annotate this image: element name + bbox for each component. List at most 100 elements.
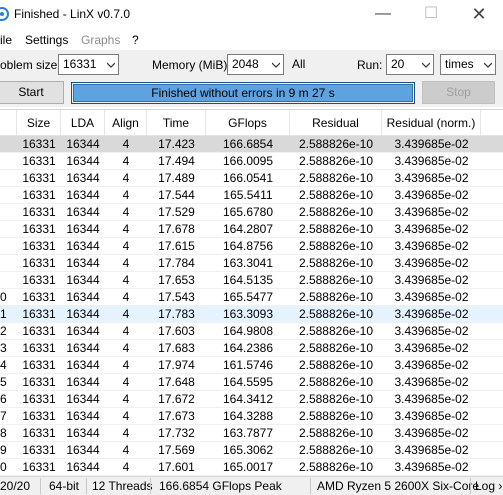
cell-gflops: 165.5411 <box>223 188 273 202</box>
cell-align: 4 <box>122 188 130 202</box>
start-button[interactable]: Start <box>0 81 64 104</box>
table-row[interactable]: 16331 16344 4 17.423 166.6854 2.588826e-10 3.4… <box>0 136 503 153</box>
cell-norm: 3.439685e-02 <box>394 290 469 304</box>
column-header[interactable]: Align <box>105 110 147 136</box>
all-memory-button[interactable]: All <box>292 57 305 71</box>
problem-size-label: oblem size: <box>0 58 61 72</box>
table-row[interactable]: 2 16331 16344 4 17.603 164.9808 2.588826e-10 3.… <box>0 323 503 340</box>
stop-button[interactable]: Stop <box>422 81 495 104</box>
cell-time: 17.494 <box>158 154 195 168</box>
table-row[interactable]: 16331 16344 4 17.653 164.5135 2.588826e-10 3.4… <box>0 272 503 289</box>
column-header[interactable]: Residual <box>290 110 382 136</box>
cell-gflops: 165.3062 <box>222 443 274 457</box>
cell-norm: 3.439685e-02 <box>394 256 469 270</box>
run-label: Run: <box>357 58 383 72</box>
table-row[interactable]: 0 16331 16344 4 17.601 165.0017 2.588826e-10 3.… <box>0 459 503 476</box>
table-row[interactable]: 5 16331 16344 4 17.648 164.5595 2.588826e-10 3.… <box>0 374 503 391</box>
cell-align: 4 <box>122 222 130 236</box>
cell-norm: 3.439685e-02 <box>394 222 469 236</box>
status-bits: 64-bit <box>49 479 80 493</box>
column-header[interactable]: Residual (norm.) <box>382 110 481 136</box>
menu-help[interactable]: ? <box>132 33 139 47</box>
chevron-down-icon <box>484 62 492 68</box>
cell-residual: 2.588826e-10 <box>298 273 374 287</box>
cell-residual: 2.588826e-10 <box>298 460 374 474</box>
row-number <box>0 170 17 187</box>
row-number <box>0 255 17 272</box>
table-row[interactable]: 6 16331 16344 4 17.672 164.3412 2.588826e-10 3.… <box>0 391 503 408</box>
close-button[interactable]: ✕ <box>456 0 502 30</box>
cell-lda: 16344 <box>66 239 100 253</box>
table-row[interactable]: 0 16331 16344 4 17.543 165.5477 2.588826e-10 3.… <box>0 289 503 306</box>
table-row[interactable]: 16331 16344 4 17.784 163.3041 2.588826e-10 3.4… <box>0 255 503 272</box>
cell-time: 17.543 <box>158 290 195 304</box>
memory-combo[interactable]: 2048 <box>227 54 284 75</box>
cell-size: 16331 <box>22 392 56 406</box>
cell-align: 4 <box>122 409 130 423</box>
app-icon <box>0 7 9 21</box>
table-row[interactable]: 9 16331 16344 4 17.569 165.3062 2.588826e-10 3.… <box>0 442 503 459</box>
cell-align: 4 <box>122 375 130 389</box>
cell-gflops: 161.5746 <box>222 358 274 372</box>
menu-settings[interactable]: Settings <box>25 33 68 47</box>
cell-residual: 2.588826e-10 <box>298 341 374 355</box>
cell-gflops: 164.3288 <box>222 409 274 423</box>
maximize-button[interactable]: ☐ <box>408 0 454 30</box>
results-table[interactable]: Size LDA Align Time GFlops Residual Residual (… <box>0 109 503 476</box>
run-unit-combo[interactable]: times <box>440 54 496 75</box>
run-count-combo[interactable]: 20 <box>386 54 434 75</box>
cell-time: 17.732 <box>158 426 195 440</box>
status-divider <box>470 478 471 494</box>
table-row[interactable]: 4 16331 16344 4 17.974 161.5746 2.588826e-10 3.… <box>0 357 503 374</box>
cell-lda: 16344 <box>66 358 100 372</box>
table-row[interactable]: 16331 16344 4 17.489 166.0541 2.588826e-10 3.4… <box>0 170 503 187</box>
cell-align: 4 <box>122 205 130 219</box>
cell-size: 16331 <box>22 324 56 338</box>
row-number <box>0 272 17 289</box>
table-row[interactable]: 16331 16344 4 17.529 165.6780 2.588826e-10 3.4… <box>0 204 503 221</box>
cell-time: 17.489 <box>158 171 195 185</box>
cell-lda: 16344 <box>66 443 100 457</box>
table-row[interactable]: 16331 16344 4 17.494 166.0095 2.588826e-10 3.4… <box>0 153 503 170</box>
menu-graphs[interactable]: Graphs <box>81 33 120 47</box>
cell-gflops: 164.9808 <box>222 324 274 338</box>
progress-bar: Finished without errors in 9 m 27 s <box>71 82 415 104</box>
cell-norm: 3.439685e-02 <box>394 188 469 202</box>
cell-time: 17.783 <box>158 307 195 321</box>
cell-lda: 16344 <box>66 205 100 219</box>
column-header[interactable]: GFlops <box>206 110 290 136</box>
minimize-button[interactable]: — <box>360 0 406 30</box>
menu-file[interactable]: ile <box>0 33 12 47</box>
cell-residual: 2.588826e-10 <box>298 205 374 219</box>
cell-norm: 3.439685e-02 <box>394 358 469 372</box>
cell-align: 4 <box>122 392 130 406</box>
cell-residual: 2.588826e-10 <box>298 154 374 168</box>
cell-time: 17.544 <box>158 188 195 202</box>
column-header[interactable]: LDA <box>61 110 105 136</box>
table-row[interactable]: 16331 16344 4 17.615 164.8756 2.588826e-10 3.4… <box>0 238 503 255</box>
table-row[interactable]: 7 16331 16344 4 17.673 164.3288 2.588826e-10 3.… <box>0 408 503 425</box>
cell-size: 16331 <box>22 307 56 321</box>
cell-align: 4 <box>122 171 130 185</box>
cell-gflops: 164.2386 <box>222 341 274 355</box>
log-button[interactable]: Log › <box>475 479 502 493</box>
cell-norm: 3.439685e-02 <box>394 375 469 389</box>
cell-size: 16331 <box>22 171 56 185</box>
cell-residual: 2.588826e-10 <box>298 392 374 406</box>
cell-gflops: 165.5477 <box>222 290 274 304</box>
column-header[interactable]: Size <box>17 110 61 136</box>
table-row[interactable]: 16331 16344 4 17.678 164.2807 2.588826e-10 3.4… <box>0 221 503 238</box>
cell-gflops: 164.3412 <box>222 392 274 406</box>
cell-time: 17.974 <box>158 358 195 372</box>
column-header[interactable]: Time <box>147 110 206 136</box>
table-row[interactable]: 3 16331 16344 4 17.683 164.2386 2.588826e-10 3.… <box>0 340 503 357</box>
row-number: 8 <box>0 426 7 440</box>
table-row[interactable]: 1 16331 16344 4 17.783 163.3093 2.588826e-10 3.… <box>0 306 503 323</box>
table-row[interactable]: 8 16331 16344 4 17.732 163.7877 2.588826e-10 3.… <box>0 425 503 442</box>
chevron-down-icon <box>272 62 280 68</box>
cell-gflops: 166.6854 <box>222 137 274 151</box>
table-row[interactable]: 16331 16344 4 17.544 165.5411 2.588826e-10 3.4… <box>0 187 503 204</box>
cell-norm: 3.439685e-02 <box>394 443 469 457</box>
problem-size-combo[interactable]: 16331 <box>58 54 119 75</box>
cell-size: 16331 <box>22 188 56 202</box>
